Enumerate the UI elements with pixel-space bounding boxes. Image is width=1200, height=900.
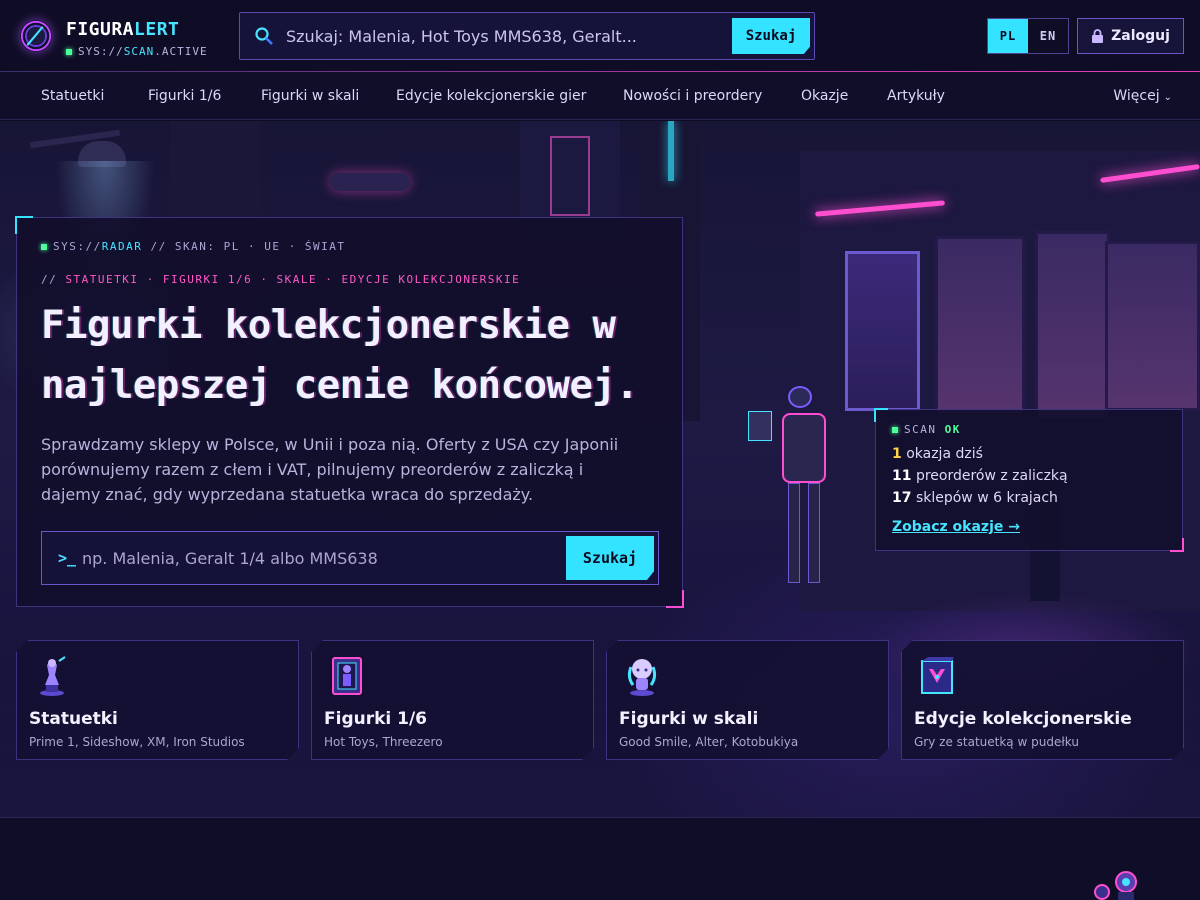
login-label: Zaloguj [1111, 28, 1170, 44]
language-switcher: PL EN [987, 18, 1069, 54]
tile-title: Figurki w skali [619, 709, 759, 729]
mascot-figure-icon [1094, 871, 1137, 900]
scan-status: SCAN OK [892, 423, 961, 436]
login-button[interactable]: Zaloguj [1077, 18, 1184, 54]
sys-suffix: .ACTIVE [154, 45, 208, 58]
hero-sys-highlight: RADAR [101, 240, 143, 253]
top-bar: FIGURALERT SYS://SCAN.ACTIVE Szukaj: Mal… [0, 0, 1200, 72]
hero-cats-prefix: // [41, 273, 66, 286]
status-dot-icon [66, 49, 72, 55]
sys-prefix: SYS:// [78, 45, 124, 58]
collector-box-icon [920, 655, 954, 697]
scan-text: preorderów z zaliczką [915, 468, 1068, 484]
lang-en[interactable]: EN [1028, 19, 1068, 53]
corner-accent [874, 408, 888, 422]
nav-item-figurki-1-6[interactable]: Figurki 1/6 [148, 88, 221, 104]
hero-cats: STATUETKI · FIGURKI 1/6 · SKALE · EDYCJE… [65, 273, 521, 286]
corner-accent [1170, 538, 1184, 552]
boxed-figure-icon [330, 655, 364, 697]
tile-subtitle: Gry ze statuetką w pudełku [914, 735, 1079, 749]
hero-category-line: // STATUETKI · FIGURKI 1/6 · SKALE · EDY… [41, 273, 520, 286]
hero-search-button[interactable]: Szukaj [566, 536, 654, 580]
search-icon [255, 27, 273, 45]
scan-line-shops: 17 sklepów w 6 krajach [892, 490, 1058, 506]
hero-description: Sprawdzamy sklepy w Polsce, w Unii i poz… [41, 435, 619, 504]
scan-status-ok: OK [944, 423, 961, 436]
terminal-prompt-icon: >_ [58, 549, 77, 567]
hero-search[interactable]: >_ np. Malenia, Geralt 1/4 albo MMS638 S… [41, 531, 659, 585]
tile-subtitle: Prime 1, Sideshow, XM, Iron Studios [29, 735, 245, 749]
brand-part-2: LERT [134, 19, 180, 40]
tile-subtitle: Hot Toys, Threezero [324, 735, 443, 749]
scan-text: sklepów w 6 krajach [915, 490, 1058, 506]
search-button[interactable]: Szukaj [732, 18, 810, 54]
nav-more-label: Więcej [1113, 88, 1160, 104]
status-dot-icon [892, 427, 898, 433]
scan-count: 17 [892, 490, 912, 506]
tile-title: Edycje kolekcjonerskie [914, 709, 1132, 729]
search-input[interactable]: Szukaj: Malenia, Hot Toys MMS638, Geralt… [286, 27, 637, 46]
nav-item-edycje-kolekcjonerskie[interactable]: Edycje kolekcjonerskie gier [396, 88, 586, 104]
category-tile-figurki-w-skali[interactable]: Figurki w skali Good Smile, Alter, Kotob… [606, 640, 889, 760]
status-dot-icon [41, 244, 47, 250]
chibi-figure-icon [625, 655, 659, 697]
hero-system-line: SYS://RADAR // SKAN: PL · UE · ŚWIAT [41, 240, 345, 253]
corner-accent [666, 590, 684, 608]
hero-search-input[interactable]: np. Malenia, Geralt 1/4 albo MMS638 [82, 549, 378, 568]
scan-line-deals: 1 okazja dziś [892, 446, 983, 462]
scan-count: 11 [892, 468, 912, 484]
nav-more-dropdown[interactable]: Więcej ⌄ [1113, 88, 1172, 104]
brand-logo[interactable]: FIGURALERT [66, 19, 179, 40]
tile-title: Statuetki [29, 709, 118, 729]
category-tile-figurki-1-6[interactable]: Figurki 1/6 Hot Toys, Threezero [311, 640, 594, 760]
hero-sys-prefix: SYS:// [53, 240, 102, 253]
next-section [0, 817, 1200, 900]
radar-logo-icon[interactable] [20, 20, 52, 52]
scan-label: SCAN [904, 423, 937, 436]
hero-panel: SYS://RADAR // SKAN: PL · UE · ŚWIAT // … [15, 216, 684, 608]
statue-icon [35, 655, 69, 697]
nav-item-statuetki[interactable]: Statuetki [41, 88, 104, 104]
category-tile-statuetki[interactable]: Statuetki Prime 1, Sideshow, XM, Iron St… [16, 640, 299, 760]
nav-item-artykuly[interactable]: Artykuły [887, 88, 945, 104]
hero-title-line-1: Figurki kolekcjonerskie w [41, 303, 616, 348]
sys-highlight: SCAN [123, 45, 155, 58]
hero-title-line-2: najlepszej cenie końcowej. [41, 363, 639, 408]
see-deals-link[interactable]: Zobacz okazje → [892, 519, 1020, 535]
hero-title: Figurki kolekcjonerskie w najlepszej cen… [41, 296, 681, 416]
header-search[interactable]: Szukaj: Malenia, Hot Toys MMS638, Geralt… [239, 12, 815, 60]
tile-title: Figurki 1/6 [324, 709, 428, 729]
brand-part-1: FIGURA [66, 19, 135, 40]
nav-item-okazje[interactable]: Okazje [801, 88, 848, 104]
corner-accent [15, 216, 33, 234]
lang-pl[interactable]: PL [988, 19, 1028, 53]
scan-summary-card: SCAN OK 1 okazja dziś 11 preorderów z za… [874, 408, 1184, 552]
hero-sys-suffix: // SKAN: PL · UE · ŚWIAT [142, 240, 346, 253]
scan-line-preorders: 11 preorderów z zaliczką [892, 468, 1068, 484]
lock-icon [1092, 28, 1104, 43]
scan-count: 1 [892, 446, 902, 462]
main-nav: Statuetki Figurki 1/6 Figurki w skali Ed… [0, 72, 1200, 120]
scan-text: okazja dziś [906, 446, 983, 462]
nav-item-figurki-w-skali[interactable]: Figurki w skali [261, 88, 359, 104]
category-tile-edycje-kolekcjonerskie[interactable]: Edycje kolekcjonerskie Gry ze statuetką … [901, 640, 1184, 760]
tile-subtitle: Good Smile, Alter, Kotobukiya [619, 735, 799, 749]
nav-item-nowosci[interactable]: Nowości i preordery [623, 88, 762, 104]
chevron-down-icon: ⌄ [1163, 92, 1172, 103]
system-status: SYS://SCAN.ACTIVE [66, 45, 208, 58]
